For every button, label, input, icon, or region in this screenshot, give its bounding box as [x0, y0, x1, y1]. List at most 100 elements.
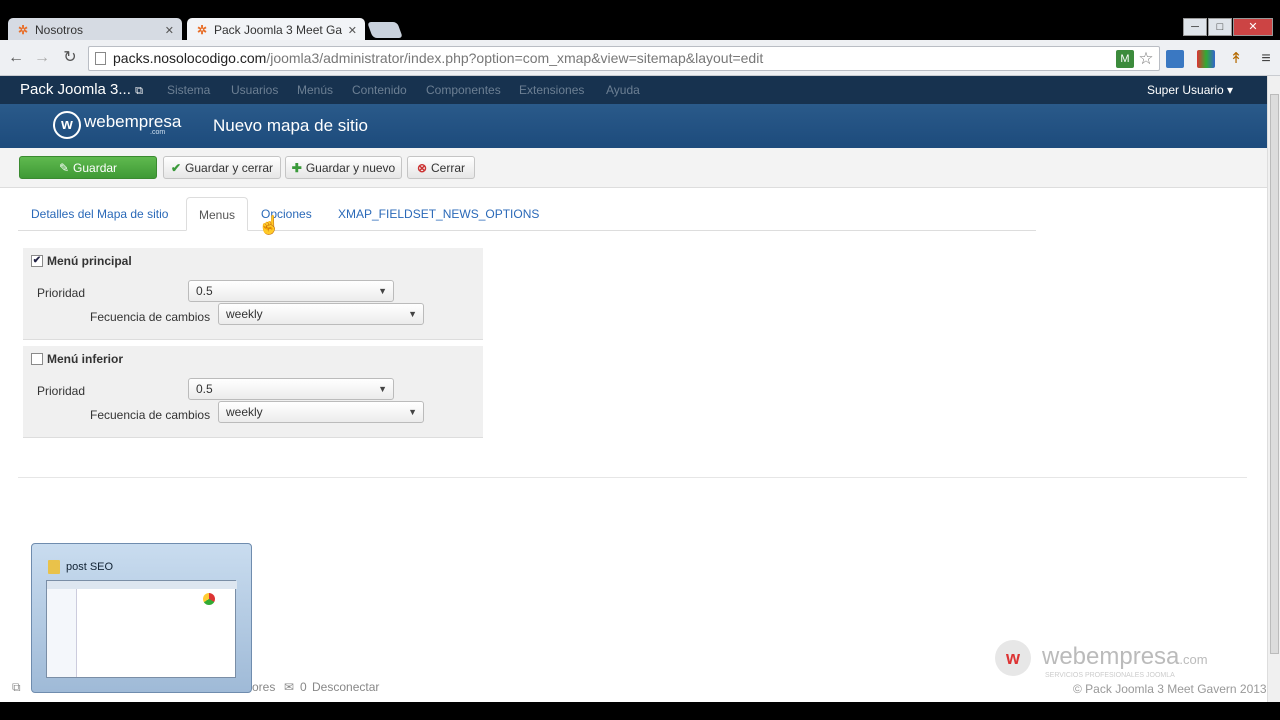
- settings-menu-icon[interactable]: ≡: [1257, 50, 1275, 68]
- logo-text: webempresa: [84, 112, 182, 131]
- extension-m-icon[interactable]: M: [1116, 50, 1134, 68]
- save-close-label: Guardar y cerrar: [185, 160, 274, 175]
- frequency-label: Fecuencia de cambios: [90, 408, 211, 422]
- url-path: /joomla3/administrator/index.php?option=…: [266, 50, 764, 66]
- action-toolbar: ✎ Guardar ✔ Guardar y cerrar ✚ Guardar y nu…: [0, 148, 1267, 188]
- tab-detalles[interactable]: Detalles del Mapa de sitio: [19, 197, 180, 231]
- joomla-favicon-icon: ✲: [196, 23, 208, 37]
- chevron-down-icon: ▼: [378, 384, 387, 394]
- reload-icon[interactable]: ↻: [60, 48, 80, 68]
- browser-tabstrip: ✲ Nosotros ✕ ✲ Pack Joomla 3 Meet Gaver …: [0, 0, 1280, 42]
- watermark-suffix: .com: [1179, 652, 1208, 667]
- message-count: 0: [300, 680, 307, 694]
- preview-title-text: post SEO: [66, 561, 114, 573]
- menu-extensiones[interactable]: Extensiones: [519, 83, 584, 97]
- content-divider: [18, 477, 1247, 478]
- screen-bottom-edge: [0, 702, 1280, 720]
- logo-suffix: .com: [150, 129, 166, 136]
- page-scrollbar[interactable]: [1267, 76, 1280, 702]
- admin-navbar: Pack Joomla 3... ⧉ Sistema Usuarios Menú…: [0, 76, 1267, 104]
- form-tabs: Detalles del Mapa de sitio Menus Opcione…: [18, 197, 1036, 231]
- cursor-hand-icon: ☝: [258, 215, 281, 235]
- tab-title: Pack Joomla 3 Meet Gaver: [214, 23, 342, 37]
- scrollbar-thumb[interactable]: [1270, 94, 1279, 654]
- priority-value: 0.5: [196, 284, 213, 298]
- frequency-select[interactable]: weekly ▼: [218, 303, 424, 325]
- preview-title: post SEO: [48, 560, 113, 574]
- priority-label: Prioridad: [37, 384, 86, 398]
- close-window-button[interactable]: ✕: [1233, 18, 1273, 36]
- priority-select[interactable]: 0.5 ▼: [188, 280, 394, 302]
- forward-arrow-icon[interactable]: →: [32, 48, 52, 68]
- page-title: Nuevo mapa de sitio: [213, 116, 368, 135]
- plus-icon: ✚: [291, 160, 302, 175]
- maximize-button[interactable]: □: [1208, 18, 1232, 36]
- site-brand-link[interactable]: Pack Joomla 3... ⧉: [20, 81, 143, 98]
- tab-news-options[interactable]: XMAP_FIELDSET_NEWS_OPTIONS: [326, 197, 551, 231]
- close-label: Cerrar: [431, 160, 466, 175]
- menu-name: Menú principal: [47, 254, 132, 268]
- save-new-button[interactable]: ✚ Guardar y nuevo: [285, 156, 402, 179]
- close-tab-icon[interactable]: ✕: [348, 24, 357, 37]
- browser-tab-nosotros[interactable]: ✲ Nosotros ✕: [8, 18, 182, 42]
- extension-color-icon[interactable]: [1197, 50, 1215, 68]
- close-button[interactable]: ⊗ Cerrar: [407, 156, 475, 179]
- watermark-logo-icon: w: [995, 640, 1031, 676]
- menu-usuarios[interactable]: Usuarios: [231, 83, 278, 97]
- address-bar[interactable]: packs.nosolocodigo.com/joomla3/administr…: [88, 46, 1160, 71]
- taskbar-preview[interactable]: post SEO: [31, 543, 252, 693]
- menu-panel-inferior: Menú inferior Prioridad 0.5 ▼ Fecuencia d…: [23, 346, 483, 438]
- save-button[interactable]: ✎ Guardar: [19, 156, 157, 179]
- tab-menus[interactable]: Menus: [186, 197, 249, 231]
- menu-checkbox[interactable]: ✔: [31, 255, 43, 267]
- url-host: packs.nosolocodigo.com: [113, 50, 267, 66]
- new-tab-button[interactable]: [367, 22, 403, 38]
- edit-icon: ✎: [58, 160, 70, 175]
- priority-select[interactable]: 0.5 ▼: [188, 378, 394, 400]
- webempresa-logo-icon: w: [53, 111, 81, 139]
- status-partial: ores: [252, 680, 276, 694]
- watermark-subtitle: SERVICIOS PROFESIONALES JOOMLA: [1045, 672, 1175, 679]
- save-close-button[interactable]: ✔ Guardar y cerrar: [163, 156, 281, 179]
- page-header: w webempresa .com Nuevo mapa de sitio: [0, 104, 1267, 148]
- menu-checkbox[interactable]: [31, 353, 43, 365]
- tab-title: Nosotros: [35, 23, 84, 37]
- brand-label: Pack Joomla 3...: [20, 81, 131, 98]
- watermark-name: webempresa: [1042, 643, 1180, 670]
- bookmark-star-icon[interactable]: ☆: [1137, 50, 1155, 68]
- minimize-button[interactable]: ─: [1183, 18, 1207, 36]
- chevron-down-icon: ▼: [378, 286, 387, 296]
- menu-panel-principal: ✔ Menú principal Prioridad 0.5 ▼ Fecuenci…: [23, 248, 483, 340]
- menu-ayuda[interactable]: Ayuda: [606, 83, 640, 97]
- menu-sistema[interactable]: Sistema: [167, 83, 210, 97]
- cancel-circle-icon: ⊗: [416, 160, 428, 175]
- save-new-label: Guardar y nuevo: [305, 160, 396, 175]
- menu-name: Menú inferior: [47, 352, 124, 366]
- page-icon: [95, 52, 106, 65]
- extension-screen-icon[interactable]: [1166, 50, 1184, 68]
- extension-pin-icon[interactable]: ↟: [1227, 50, 1245, 68]
- menu-menus[interactable]: Menús: [297, 83, 333, 97]
- check-icon: ✔: [170, 160, 182, 175]
- close-tab-icon[interactable]: ✕: [165, 24, 174, 37]
- priority-label: Prioridad: [37, 286, 86, 300]
- menu-title: Menú inferior: [31, 352, 123, 366]
- frequency-value: weekly: [226, 307, 263, 321]
- frequency-value: weekly: [226, 405, 263, 419]
- copyright: © Pack Joomla 3 Meet Gavern 2013: [1073, 682, 1267, 696]
- mail-icon: ✉: [284, 680, 295, 694]
- menu-contenido[interactable]: Contenido: [352, 83, 407, 97]
- user-menu[interactable]: Super Usuario ▾: [1147, 83, 1233, 97]
- save-label: Guardar: [73, 160, 118, 175]
- watermark-text: webempresa.com: [1042, 643, 1208, 671]
- folder-icon: [48, 560, 60, 574]
- frequency-select[interactable]: weekly ▼: [218, 401, 424, 423]
- frequency-label: Fecuencia de cambios: [90, 310, 211, 324]
- logout-link[interactable]: Desconectar: [312, 680, 379, 694]
- browser-tab-pack-joomla[interactable]: ✲ Pack Joomla 3 Meet Gaver ✕: [187, 18, 365, 42]
- back-arrow-icon[interactable]: ←: [6, 48, 26, 68]
- external-link-icon: ⧉: [135, 85, 143, 97]
- priority-value: 0.5: [196, 382, 213, 396]
- joomla-favicon-icon: ✲: [17, 23, 29, 37]
- menu-componentes[interactable]: Componentes: [426, 83, 501, 97]
